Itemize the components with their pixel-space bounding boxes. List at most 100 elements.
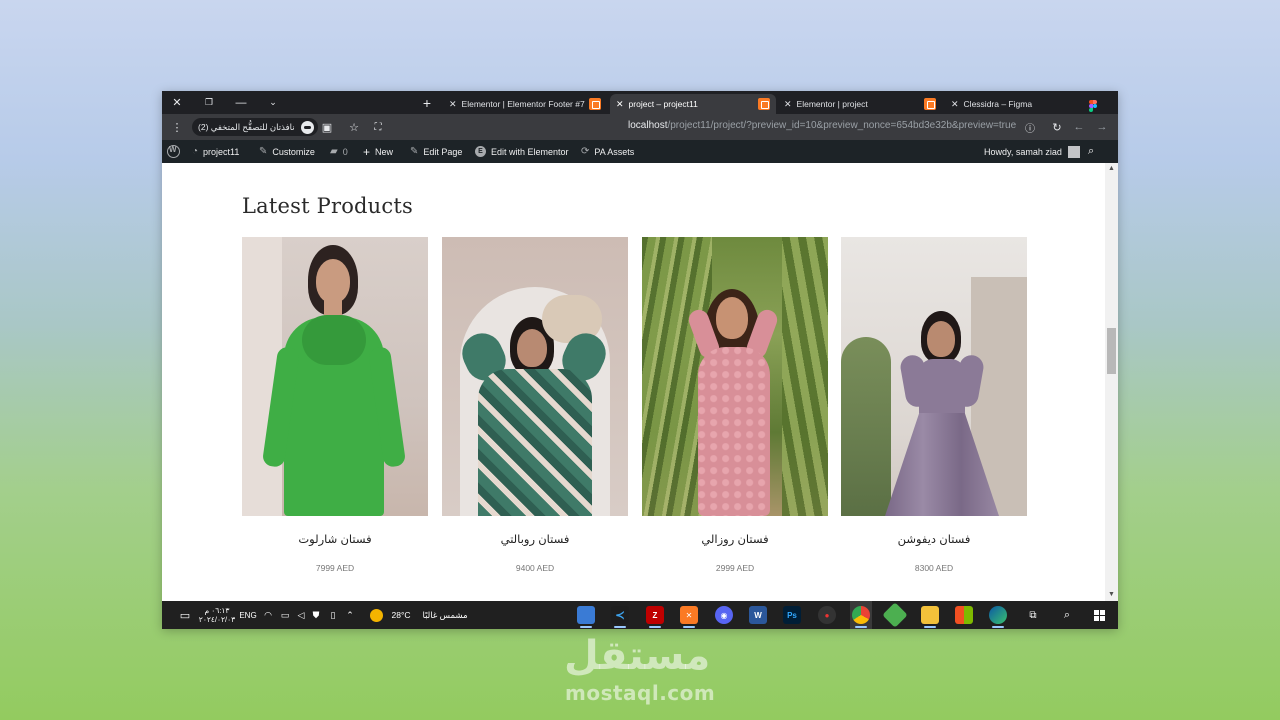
edge-app-icon[interactable] [987,601,1009,629]
task-view-icon[interactable]: ⧉ [1025,601,1041,629]
product-image[interactable] [642,237,828,516]
site-name-link[interactable]: ◔ project11 [192,140,239,163]
tab-strip: ✕ ❐ — ⌄ + ✕ Elementor | Elementor Footer… [162,91,1118,114]
photos-app-icon[interactable] [575,601,597,629]
my-account-link[interactable]: Howdy, samah ziad [984,140,1080,163]
photoshop-app-icon[interactable]: Ps [781,601,803,629]
discord-app-icon[interactable]: ◉ [713,601,735,629]
product-name[interactable]: فستان ديفوشن [841,532,1027,546]
incognito-icon [300,120,314,134]
restore-icon[interactable]: ❐ [196,91,222,114]
edit-with-elementor-link[interactable]: E Edit with Elementor [475,140,569,163]
close-tab-icon[interactable]: ✕ [616,99,624,110]
incognito-label: نافذتان للتصفُّح المتخفي (2) [198,121,295,132]
store-app-icon[interactable] [953,601,975,629]
product-card[interactable]: فستان شارلوت 7999 AED [242,237,428,573]
notification-icon[interactable]: ▭ [176,601,194,629]
menu-dots-icon[interactable]: ⋮ [168,118,186,136]
wifi-icon[interactable]: ◠ [262,601,274,629]
edit-page-link[interactable]: ✎ Edit Page [410,140,462,163]
green-app-icon[interactable] [882,601,908,629]
windows-start-icon[interactable] [1091,601,1107,629]
new-tab-button[interactable]: + [414,91,440,114]
vscode-app-icon[interactable]: ≺ [609,601,631,629]
url-field[interactable]: localhost/project11/project/?preview_id=… [628,120,1016,131]
tab-elementor-project[interactable]: ✕ Elementor | project [778,94,942,114]
close-tab-icon[interactable]: ✕ [951,99,959,110]
customize-link[interactable]: ✎ Customize [259,140,315,163]
screenshot-icon[interactable]: ⛶ [369,118,387,136]
scroll-down-icon[interactable]: ▼ [1108,591,1115,598]
watermark-arabic: مستقل [564,633,711,679]
site-name: project11 [203,146,240,157]
brush-icon: ✎ [259,146,268,157]
clock[interactable]: ٠٦:١٣ م ٢٠٢٤/٠٢/٠٣ [199,601,235,629]
xampp-favicon-icon [758,98,770,110]
product-price: 7999 AED [315,563,355,573]
figma-favicon-icon [1089,100,1097,112]
weather-temp[interactable]: 28°C [389,601,413,629]
file-explorer-icon[interactable] [919,601,941,629]
url-path: /project11/project/?preview_id=10&previe… [667,120,1017,131]
xampp-favicon-icon [589,98,601,110]
bookmark-star-icon[interactable]: ☆ [345,118,363,136]
close-window-icon[interactable]: ✕ [164,91,190,114]
plus-icon: + [363,144,371,159]
scroll-up-icon[interactable]: ▲ [1108,165,1115,172]
search-icon[interactable]: ⌕ [1059,601,1075,629]
product-card[interactable]: فستان روبالتي 9400 AED [442,237,628,573]
product-image[interactable] [442,237,628,516]
product-name[interactable]: فستان شارلوت [242,532,428,546]
wordpress-logo-icon[interactable] [167,140,180,163]
howdy-label: Howdy, samah ziad [984,146,1062,157]
security-icon[interactable]: ⛊ [310,601,322,629]
scrollbar-thumb[interactable] [1107,328,1116,374]
comments-link[interactable]: ▰ 0 [330,140,348,163]
product-card[interactable]: فستان ديفوشن 8300 AED [841,237,1027,573]
weather-text[interactable]: مشمس غالبًا [418,601,472,629]
comments-count: 0 [342,146,348,157]
product-image[interactable] [841,237,1027,516]
site-info-icon[interactable]: ⓘ [1021,118,1039,136]
chrome-app-icon[interactable] [850,601,872,629]
tab-project[interactable]: ✕ project – project11 [610,94,776,114]
forward-arrow-icon[interactable]: → [1093,118,1111,136]
minimize-icon[interactable]: — [228,91,254,114]
product-name[interactable]: فستان روبالتي [442,532,628,546]
product-price: 2999 AED [715,563,755,573]
customize-label: Customize [272,146,315,157]
battery-icon[interactable]: ▭ [278,601,292,629]
tab-search-chevron-icon[interactable]: ⌄ [260,91,286,114]
xampp-app-icon[interactable]: ✕ [678,601,700,629]
product-price: 8300 AED [914,563,954,573]
refresh-icon: ⟳ [581,146,590,157]
incognito-indicator[interactable]: نافذتان للتصفُّح المتخفي (2) [192,118,318,136]
pencil-icon: ✎ [410,146,419,157]
word-app-icon[interactable]: W [747,601,769,629]
recorder-app-icon[interactable]: ● [816,601,838,629]
new-label: New [375,146,394,157]
new-content-link[interactable]: + New [363,140,393,163]
tab-figma[interactable]: ✕ Clessidra – Figma [945,94,1111,114]
product-image[interactable] [242,237,428,516]
weather-icon[interactable] [368,601,384,629]
side-panel-icon[interactable]: ▣ [318,118,336,136]
clock-time: ٠٦:١٣ م [204,606,230,615]
back-arrow-icon[interactable]: ← [1070,118,1088,136]
close-tab-icon[interactable]: ✕ [449,99,457,110]
product-name[interactable]: فستان روزالي [642,532,828,546]
search-icon[interactable]: ⌕ [1088,140,1094,163]
reload-icon[interactable]: ↻ [1048,118,1066,136]
avatar [1067,145,1080,158]
volume-icon[interactable]: ◁ [295,601,307,629]
windows-taskbar: ▭ ٠٦:١٣ م ٢٠٢٤/٠٢/٠٣ ENG ◠ ▭ ◁ ⛊ ▯ ⌃ 28°… [162,601,1118,629]
language-indicator[interactable]: ENG [238,601,258,629]
product-card[interactable]: فستان روزالي 2999 AED [642,237,828,573]
filezilla-app-icon[interactable]: Z [644,601,666,629]
show-hidden-icons-chevron-icon[interactable]: ⌃ [343,601,357,629]
tab-elementor-footer[interactable]: ✕ Elementor | Elementor Footer #7 [443,94,607,114]
page-scrollbar[interactable]: ▲ ▼ [1105,163,1118,601]
pa-assets-link[interactable]: ⟳ PA Assets [581,140,634,163]
device-icon[interactable]: ▯ [327,601,339,629]
close-tab-icon[interactable]: ✕ [784,99,792,110]
